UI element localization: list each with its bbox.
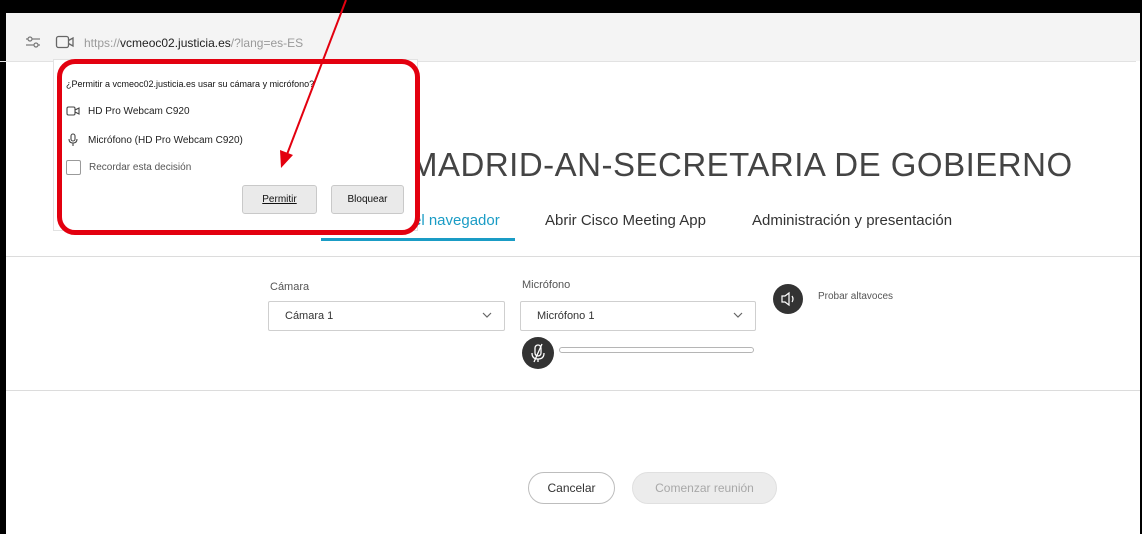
- address-url[interactable]: https://vcmeoc02.justicia.es/?lang=es-ES: [84, 36, 303, 50]
- url-domain: vcmeoc02.justicia.es: [120, 36, 231, 50]
- start-meeting-button[interactable]: Comenzar reunión: [632, 472, 777, 504]
- camera-label: Cámara: [270, 281, 310, 293]
- active-tab-indicator: [321, 238, 515, 241]
- chevron-down-icon: [733, 312, 743, 318]
- screenshot-frame-left: [0, 13, 6, 534]
- microphone-label: Micrófono: [522, 279, 571, 291]
- microphone-muted-icon: [531, 343, 545, 363]
- microphone-select[interactable]: Micrófono 1: [520, 301, 756, 331]
- tab-open-cisco-meeting-app[interactable]: Abrir Cisco Meeting App: [545, 212, 706, 229]
- chevron-down-icon: [482, 312, 492, 318]
- cancel-button[interactable]: Cancelar: [528, 472, 615, 504]
- microphone-level-meter: [559, 347, 754, 353]
- tabs-divider: [6, 256, 1140, 257]
- camera-select-value: Cámara 1: [285, 310, 334, 322]
- annotation-highlight-box: [57, 59, 420, 235]
- microphone-select-value: Micrófono 1: [537, 310, 595, 322]
- tab-browser[interactable]: el navegador: [413, 212, 500, 229]
- section-divider: [6, 390, 1140, 391]
- test-speakers-label[interactable]: Probar altavoces: [818, 291, 893, 302]
- site-settings-icon[interactable]: [25, 35, 41, 49]
- speaker-icon: [781, 291, 794, 307]
- mute-microphone-button[interactable]: [522, 337, 554, 369]
- tab-administration-presentation[interactable]: Administración y presentación: [752, 212, 952, 229]
- camera-select[interactable]: Cámara 1: [268, 301, 505, 331]
- meeting-title: MADRID-AN-SECRETARIA DE GOBIERNO: [410, 146, 1073, 183]
- url-path: /?lang=es-ES: [230, 36, 304, 50]
- test-speakers-button[interactable]: [773, 284, 803, 314]
- screenshot-frame-top: [0, 0, 1142, 13]
- camera-permission-icon[interactable]: [55, 34, 75, 50]
